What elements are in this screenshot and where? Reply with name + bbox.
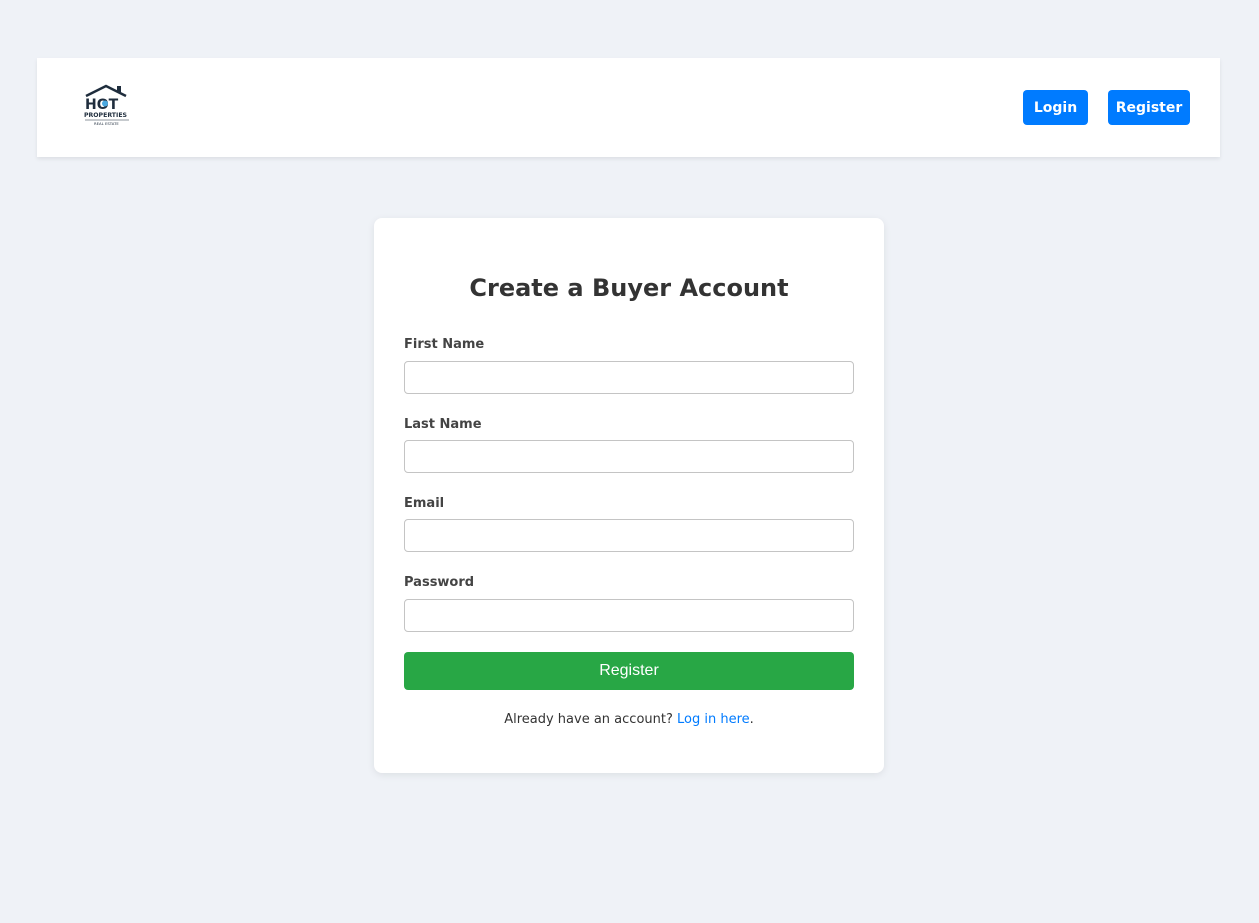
svg-text:REAL ESTATE: REAL ESTATE [94,121,119,126]
first-name-input[interactable] [404,361,854,394]
svg-text:PROPERTIES: PROPERTIES [84,112,127,119]
password-label: Password [404,575,475,590]
register-nav-button[interactable]: Register [1108,90,1190,125]
password-input[interactable] [404,599,854,632]
first-name-label: First Name [404,337,485,352]
svg-text:HOT: HOT [85,97,119,113]
register-submit-button[interactable]: Register [404,652,854,690]
site-header: HOT PROPERTIES REAL ESTATE Login Registe… [37,58,1220,157]
form-title: Create a Buyer Account [469,274,789,302]
login-prompt: Already have an account? Log in here. [374,712,884,727]
last-name-input[interactable] [404,440,854,473]
login-prompt-text: Already have an account? [504,712,677,727]
login-link[interactable]: Log in here [677,712,750,727]
login-prompt-suffix: . [749,712,754,727]
login-button[interactable]: Login [1023,90,1088,125]
registration-card: Create a Buyer Account First Name Last N… [374,218,884,773]
hot-properties-logo[interactable]: HOT PROPERTIES REAL ESTATE [83,82,133,132]
email-label: Email [404,496,445,511]
email-input[interactable] [404,519,854,552]
last-name-label: Last Name [404,417,482,432]
